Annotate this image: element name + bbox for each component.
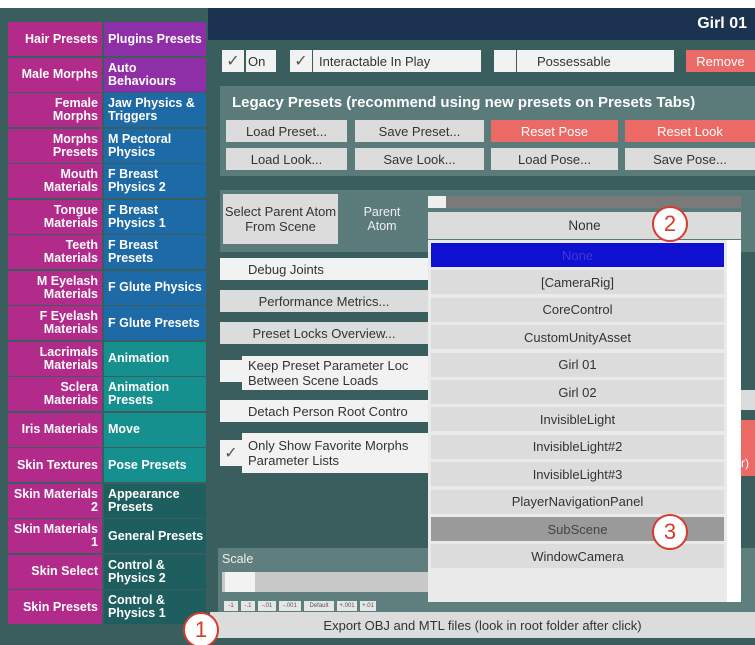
dropdown-option[interactable]: InvisibleLight#3	[431, 462, 724, 487]
left-tab[interactable]: Mouth Materials	[8, 164, 102, 198]
dropdown-option[interactable]: InvisibleLight#2	[431, 434, 724, 459]
on-label: On	[246, 50, 276, 72]
right-tab[interactable]: Control & Physics 2	[104, 554, 206, 589]
title-bar: Girl 01	[208, 8, 755, 40]
interactable-in-play-checkbox[interactable]: ✓	[290, 50, 312, 72]
debug-joints-label: Debug Joints	[242, 258, 428, 280]
left-tab[interactable]: Teeth Materials	[8, 235, 102, 269]
dropdown-option[interactable]: PlayerNavigationPanel	[431, 489, 724, 514]
dropdown-option[interactable]: Girl 01	[431, 352, 724, 377]
left-tab[interactable]: F Eyelash Materials	[8, 306, 102, 340]
right-tab[interactable]: Animation Presets	[104, 377, 206, 411]
callout-marker-3: 3	[652, 514, 688, 550]
left-tab[interactable]: Male Morphs	[8, 57, 102, 92]
export-obj-mtl-button[interactable]: Export OBJ and MTL files (look in root f…	[210, 612, 755, 638]
remove-button[interactable]: Remove	[686, 50, 755, 72]
left-tab[interactable]: Skin Select	[8, 554, 102, 589]
left-tab[interactable]: Skin Textures	[8, 448, 102, 482]
dropdown-scrollbar[interactable]	[727, 240, 741, 602]
favorite-morphs-label: Only Show Favorite Morphs Parameter List…	[242, 433, 428, 473]
save-preset-button[interactable]: Save Preset...	[355, 120, 484, 142]
dropdown-option[interactable]: InvisibleLight	[431, 407, 724, 432]
scale-step-button[interactable]: -.001	[279, 601, 301, 611]
left-tab[interactable]: Female Morphs	[8, 93, 102, 127]
right-tab[interactable]: Animation	[104, 341, 206, 376]
left-tab[interactable]: Iris Materials	[8, 412, 102, 447]
select-parent-atom-button[interactable]: Select Parent Atom From Scene	[223, 194, 338, 244]
scale-slider-handle[interactable]	[225, 572, 255, 592]
grey-button-fragment	[741, 390, 755, 410]
keep-preset-locks-label: Keep Preset Parameter Loc Between Scene …	[242, 356, 428, 390]
load-look-button[interactable]: Load Look...	[226, 148, 347, 170]
performance-metrics-button[interactable]: Performance Metrics...	[220, 290, 428, 312]
right-tab[interactable]: Pose Presets	[104, 448, 206, 482]
load-preset-button[interactable]: Load Preset...	[226, 120, 347, 142]
left-tab[interactable]: Tongue Materials	[8, 199, 102, 234]
right-tab[interactable]: General Presets	[104, 519, 206, 553]
reset-pose-button[interactable]: Reset Pose	[491, 120, 618, 142]
reset-look-button[interactable]: Reset Look	[625, 120, 755, 142]
scale-step-button[interactable]: +.01	[360, 601, 376, 611]
save-pose-button[interactable]: Save Pose...	[625, 148, 755, 170]
checkmark-icon: ✓	[294, 53, 308, 70]
dropdown-option[interactable]: [CameraRig]	[431, 270, 724, 295]
dropdown-option[interactable]: Girl 02	[431, 380, 724, 404]
left-tab[interactable]: Skin Materials 2	[8, 483, 102, 518]
scale-step-button[interactable]: Default	[304, 601, 334, 611]
keep-preset-locks-checkbox[interactable]	[220, 360, 242, 382]
left-tab[interactable]: Skin Materials 1	[8, 519, 102, 553]
checkmark-icon: ✓	[224, 445, 238, 462]
possessable-checkbox[interactable]	[494, 50, 516, 72]
left-tab[interactable]: Morphs Presets	[8, 128, 102, 163]
detach-root-label: Detach Person Root Contro	[242, 400, 428, 422]
scale-step-button[interactable]: -1	[224, 601, 238, 611]
favorite-morphs-checkbox[interactable]: ✓	[220, 440, 242, 466]
dropdown-option[interactable]: WindowCamera	[431, 544, 724, 569]
right-tab[interactable]: Auto Behaviours	[104, 57, 206, 92]
right-tab[interactable]: Move	[104, 412, 206, 447]
possessable-label: Possessable	[517, 50, 674, 72]
debug-joints-checkbox[interactable]	[220, 258, 242, 280]
parent-atom-slider-track[interactable]	[428, 196, 741, 208]
right-tab[interactable]: Appearance Presets	[104, 483, 206, 518]
left-tab[interactable]: M Eyelash Materials	[8, 270, 102, 305]
scale-step-button[interactable]: +.001	[337, 601, 357, 611]
dropdown-option[interactable]: None	[431, 243, 724, 267]
on-checkbox[interactable]: ✓	[222, 50, 244, 72]
right-tab[interactable]: F Breast Physics 2	[104, 164, 206, 198]
left-tab[interactable]: Skin Presets	[8, 590, 102, 624]
dropdown-option[interactable]: CoreControl	[431, 297, 724, 322]
right-tab[interactable]: F Breast Presets	[104, 235, 206, 269]
left-tab[interactable]: Hair Presets	[8, 22, 102, 56]
parent-atom-slider-handle[interactable]	[428, 196, 446, 208]
detach-root-checkbox[interactable]	[220, 400, 242, 422]
right-tab[interactable]: F Glute Presets	[104, 306, 206, 340]
scale-step-button[interactable]: -.1	[241, 601, 255, 611]
load-pose-button[interactable]: Load Pose...	[491, 148, 618, 170]
right-tab[interactable]: F Breast Physics 1	[104, 199, 206, 234]
parent-atom-label: Parent Atom	[363, 205, 401, 233]
right-tab[interactable]: F Glute Physics	[104, 270, 206, 305]
checkmark-icon: ✓	[226, 53, 240, 70]
dropdown-option[interactable]: CustomUnityAsset	[431, 325, 724, 350]
right-tab[interactable]: M Pectoral Physics	[104, 128, 206, 163]
interactable-in-play-label: Interactable In Play	[313, 50, 481, 72]
right-tab[interactable]: Plugins Presets	[104, 22, 206, 56]
legacy-presets-heading: Legacy Presets (recommend using new pres…	[232, 94, 696, 111]
save-look-button[interactable]: Save Look...	[355, 148, 484, 170]
callout-marker-2: 2	[652, 206, 688, 242]
fragment-text: r)	[741, 456, 749, 470]
preset-locks-overview-button[interactable]: Preset Locks Overview...	[220, 322, 428, 344]
left-tab[interactable]: Lacrimals Materials	[8, 341, 102, 376]
window-title: Girl 01	[697, 15, 747, 32]
left-tab[interactable]: Sclera Materials	[8, 377, 102, 411]
ui-frame: Girl 01 Hair Presets Male Morphs Female Mo…	[0, 8, 755, 645]
callout-marker-1: 1	[183, 612, 219, 645]
scale-step-button[interactable]: -.01	[258, 601, 276, 611]
scale-label: Scale	[222, 552, 254, 566]
parent-atom-select[interactable]: None	[428, 212, 741, 239]
right-tab[interactable]: Jaw Physics & Triggers	[104, 93, 206, 127]
